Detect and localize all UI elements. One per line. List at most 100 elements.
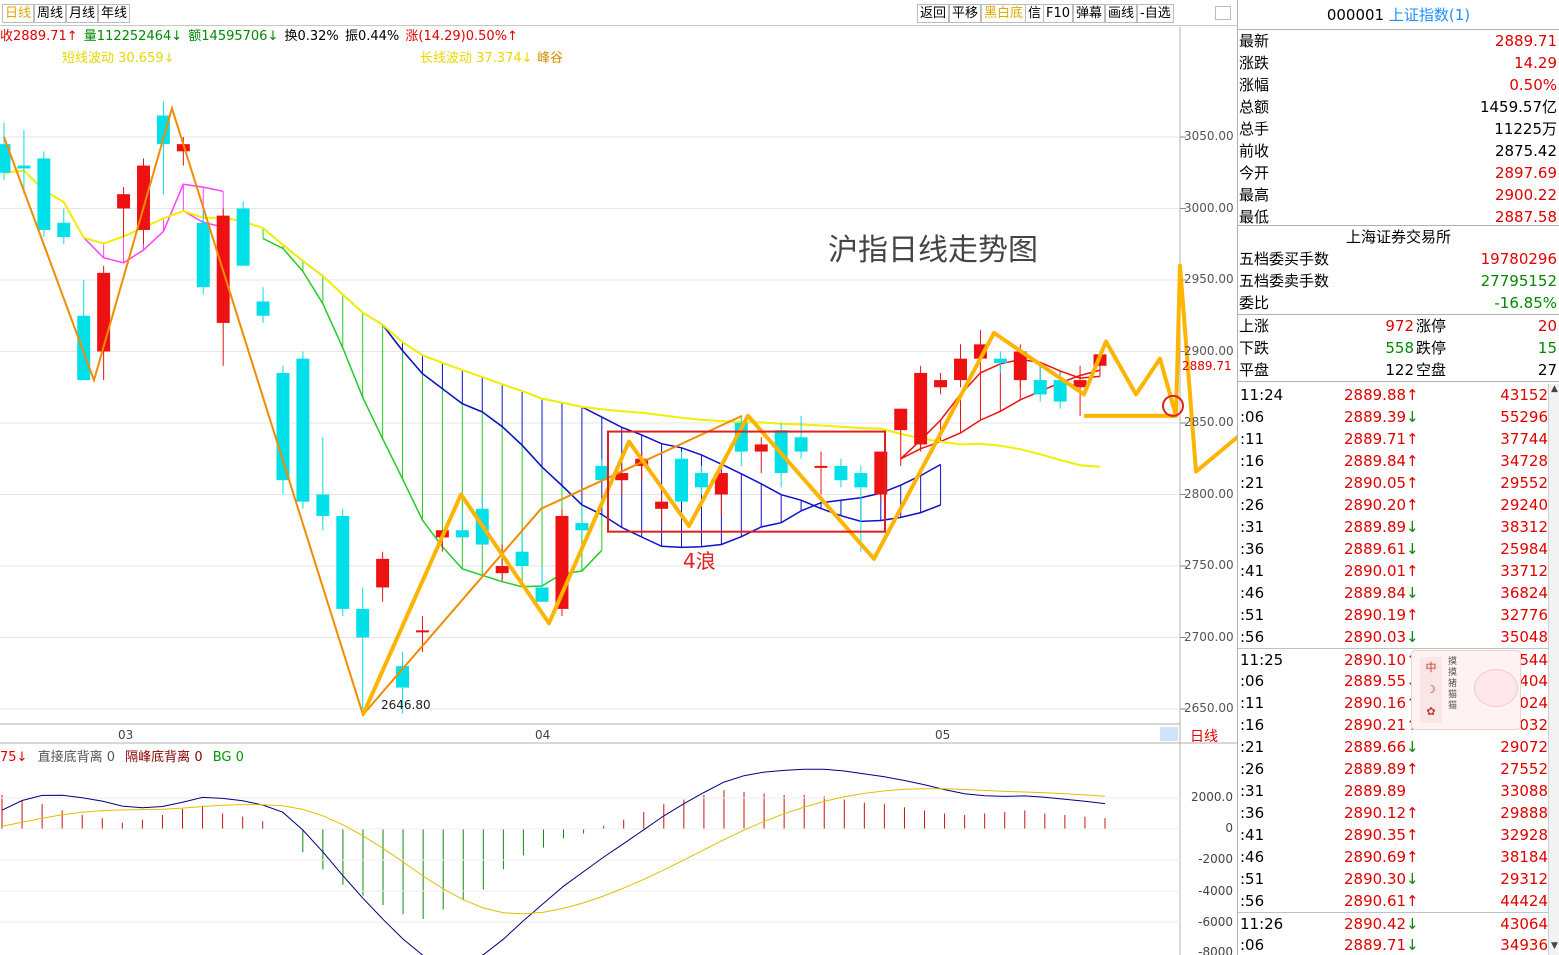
tab-daily[interactable]: 日线: [2, 4, 35, 23]
macd-tick-0: 0: [1225, 821, 1233, 835]
tick-volume: 32776: [1500, 606, 1548, 624]
sticker-text: 摸摸猪猫猫: [1448, 657, 1458, 711]
tab-weekly[interactable]: 周线: [34, 4, 67, 23]
stock-name[interactable]: 上证指数(1): [1389, 6, 1470, 24]
candle-body: [37, 158, 51, 230]
candle-body: [117, 194, 131, 209]
macd-tick-neg2000: -2000: [1198, 852, 1233, 866]
info-button[interactable]: 信: [1025, 4, 1045, 23]
back-button[interactable]: 返回: [917, 4, 950, 23]
breadth-value: 20: [1537, 317, 1557, 335]
direct-divergence-label: 直接底背离: [37, 750, 103, 765]
pan-button[interactable]: 平移: [949, 4, 982, 23]
breadth-label: 平盘: [1239, 361, 1270, 379]
breadth-label: 涨停: [1416, 317, 1447, 335]
tick-scrollbar[interactable]: ▲ ▼: [1548, 384, 1559, 955]
tick-row: :36 2890.12↑ 29888: [1238, 802, 1548, 824]
candle-body: [894, 408, 908, 431]
tab-monthly[interactable]: 月线: [66, 4, 99, 23]
tick-row: :31 2889.89 33088: [1238, 780, 1548, 802]
quote-label: 最低: [1239, 208, 1270, 226]
tick-time: :06: [1240, 408, 1265, 426]
tick-price: 2890.21↑: [1344, 716, 1419, 734]
breadth-value: 27: [1537, 361, 1557, 379]
bg-label: BG: [212, 750, 232, 765]
macd-legend: 75↓ 直接底背离 0 隔峰底背离 0 BG 0: [0, 746, 244, 765]
exchange-label: 五档委卖手数: [1239, 272, 1330, 290]
quote-row: 涨跌 14.29: [1238, 52, 1559, 74]
theme-toggle-button[interactable]: 黑白底: [981, 4, 1027, 23]
tick-volume: 29552: [1500, 474, 1548, 492]
tick-row: :06 2889.71↓ 34936: [1238, 934, 1548, 955]
tab-yearly[interactable]: 年线: [98, 4, 131, 23]
tick-time: :51: [1240, 606, 1265, 624]
exchange-value: 27795152: [1480, 272, 1557, 290]
moon-icon: ☽: [1426, 683, 1436, 696]
candle-body: [675, 458, 689, 502]
chart-toolbar: 日线 周线 月线 年线 返回 平移 黑白底 信 F10 弹幕 画线 -自选: [0, 0, 1237, 26]
breadth-label: 上涨: [1239, 317, 1270, 335]
candle-body: [376, 558, 390, 588]
candle-body: [1073, 380, 1087, 388]
tick-time: :41: [1240, 826, 1265, 844]
breadth-row: 下跌 558 跌停 15: [1238, 337, 1559, 359]
candle-body: [575, 523, 589, 531]
danmaku-button[interactable]: 弹幕: [1073, 4, 1106, 23]
candle-body: [535, 587, 549, 602]
tick-row: :41 2890.01↑ 33712: [1238, 560, 1548, 582]
quote-label: 涨幅: [1239, 76, 1270, 94]
exchange-row: 五档委买手数 19780296: [1238, 248, 1559, 270]
y-tick-2650: 2650.00: [1184, 701, 1234, 715]
tick-time: 11:24: [1240, 386, 1284, 404]
tick-row: :11 2889.71↑ 37744: [1238, 428, 1548, 450]
draw-line-button[interactable]: 画线: [1105, 4, 1138, 23]
f10-button[interactable]: F10: [1043, 4, 1074, 23]
maximize-icon[interactable]: [1215, 6, 1231, 20]
exchange-label: 委比: [1239, 294, 1270, 312]
exchange-row: 五档委卖手数 27795152: [1238, 270, 1559, 292]
tick-price: 2890.03↓: [1344, 628, 1419, 646]
tick-time: :16: [1240, 452, 1265, 470]
candle-body: [57, 222, 71, 238]
last-price-tag: 2889.71: [1182, 359, 1232, 373]
tick-time: :41: [1240, 562, 1265, 580]
tick-time: :51: [1240, 870, 1265, 888]
add-watchlist-button[interactable]: -自选: [1137, 4, 1174, 23]
tick-row: :51 2890.30↓ 29312: [1238, 868, 1548, 890]
candlesticks: [0, 101, 1107, 714]
breadth-value: 558: [1385, 339, 1414, 357]
tick-row: :16 2889.84↑ 34728: [1238, 450, 1548, 472]
candle-body: [316, 494, 330, 516]
tick-price: 2889.88↑: [1344, 386, 1419, 404]
kline-chart[interactable]: [0, 27, 1237, 955]
quote-row: 总额 1459.57亿: [1238, 96, 1559, 118]
tick-volume: 34728: [1500, 452, 1548, 470]
tick-time: :46: [1240, 848, 1265, 866]
quote-main: 最新 2889.71 涨跌 14.29 涨幅 0.50% 总额 1459.57亿 总手 11225…: [1238, 30, 1559, 226]
tool-buttons: 返回 平移 黑白底 信 F10 弹幕 画线 -自选: [917, 0, 1237, 26]
candle-body: [495, 566, 509, 574]
tick-time: :36: [1240, 804, 1265, 822]
tick-row: :51 2890.19↑ 32776: [1238, 604, 1548, 626]
scroll-up-icon[interactable]: ▲: [1549, 384, 1559, 398]
tick-price: 2889.66↓: [1344, 738, 1419, 756]
sticker-widget[interactable]: 中 ☽ ✿ 摸摸猪猫猫: [1411, 650, 1521, 730]
candle-body: [356, 608, 370, 638]
candle-body: [694, 473, 708, 488]
quote-label: 今开: [1239, 164, 1270, 182]
dif-line: [1, 768, 1106, 955]
tick-price: 2889.39↓: [1344, 408, 1419, 426]
tick-price: 2890.35↑: [1344, 826, 1419, 844]
quote-row: 今开 2897.69: [1238, 162, 1559, 184]
tick-row: 11:26 2890.42↓ 43064: [1238, 912, 1548, 934]
tick-price: 2889.89↑: [1344, 760, 1419, 778]
tick-row: :41 2890.35↑ 32928: [1238, 824, 1548, 846]
scroll-down-icon[interactable]: ▼: [1549, 941, 1559, 955]
tick-time: :26: [1240, 760, 1265, 778]
quote-label: 最新: [1239, 32, 1270, 50]
exchange-label: 五档委买手数: [1239, 250, 1330, 268]
tick-price: 2889.61↓: [1344, 540, 1419, 558]
tick-time: :06: [1240, 936, 1265, 954]
tick-price: 2890.30↓: [1344, 870, 1419, 888]
y-tick-2900: 2900.00: [1184, 344, 1234, 358]
